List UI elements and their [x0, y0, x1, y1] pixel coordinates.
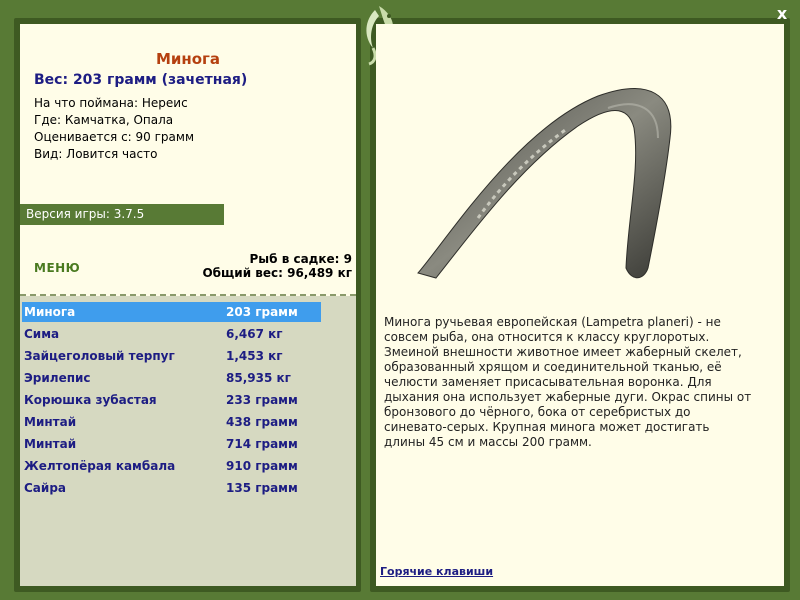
catch-list: Минога 203 грамм Сима 6,467 кг Зайцеголо…	[20, 296, 356, 586]
catch-name: Корюшка зубастая	[24, 393, 157, 407]
fish-info-panel: Минога Вес: 203 грамм (зачетная) На что …	[20, 24, 356, 586]
catch-row[interactable]: Минтай 438 грамм	[22, 412, 321, 432]
catch-row[interactable]: Минтай 714 грамм	[22, 434, 321, 454]
catch-name: Зайцеголовый терпуг	[24, 349, 175, 363]
keepnet-count: Рыб в садке: 9	[249, 252, 353, 266]
fish-detail-panel: Минога ручьевая европейская (Lampetra pl…	[376, 24, 784, 586]
version-label: Версия игры: 3.7.5	[20, 204, 224, 225]
catch-name: Сима	[24, 327, 60, 341]
hotkeys-link[interactable]: Горячие клавиши	[380, 565, 493, 578]
keepnet-total-weight: Общий вес: 96,489 кг	[202, 266, 352, 280]
catch-weight: 6,467 кг	[226, 327, 283, 341]
fish-location: Где: Камчатка, Опала	[34, 113, 174, 127]
catch-name: Минтай	[24, 415, 77, 429]
menu-button[interactable]: МЕНЮ	[34, 261, 80, 275]
catch-weight: 438 грамм	[226, 415, 298, 429]
catch-weight: 135 грамм	[226, 481, 298, 495]
lamprey-image	[417, 88, 672, 279]
catch-weight: 233 грамм	[226, 393, 298, 407]
catch-row[interactable]: Сайра 135 грамм	[22, 478, 321, 498]
catch-weight: 1,453 кг	[226, 349, 283, 363]
catch-row[interactable]: Сима 6,467 кг	[22, 324, 321, 344]
catch-name: Минога	[24, 305, 76, 319]
catch-weight: 910 грамм	[226, 459, 298, 473]
catch-row[interactable]: Зайцеголовый терпуг 1,453 кг	[22, 346, 321, 366]
catch-weight: 85,935 кг	[226, 371, 291, 385]
fish-bait: На что поймана: Нереис	[34, 96, 188, 110]
catch-name: Эрилепис	[24, 371, 91, 385]
catch-name: Сайра	[24, 481, 66, 495]
catch-row[interactable]: Минога 203 грамм	[22, 302, 321, 322]
catch-row[interactable]: Эрилепис 85,935 кг	[22, 368, 321, 388]
close-button[interactable]: x	[773, 5, 791, 23]
fish-rated-from: Оценивается с: 90 грамм	[34, 130, 194, 144]
catch-row[interactable]: Корюшка зубастая 233 грамм	[22, 390, 321, 410]
catch-weight: 203 грамм	[226, 305, 298, 319]
fish-weight: Вес: 203 грамм (зачетная)	[34, 72, 248, 88]
catch-row[interactable]: Желтопёрая камбала 910 грамм	[22, 456, 321, 476]
keepnet-summary: Рыб в садке: 9 Общий вес: 96,489 кг	[202, 252, 352, 280]
fish-name: Минога	[155, 50, 221, 68]
fish-description: Минога ручьевая европейская (Lampetra pl…	[384, 315, 752, 449]
fish-frequency: Вид: Ловится часто	[34, 147, 158, 161]
catch-name: Минтай	[24, 437, 77, 451]
catch-name: Желтопёрая камбала	[24, 459, 176, 473]
catch-weight: 714 грамм	[226, 437, 298, 451]
